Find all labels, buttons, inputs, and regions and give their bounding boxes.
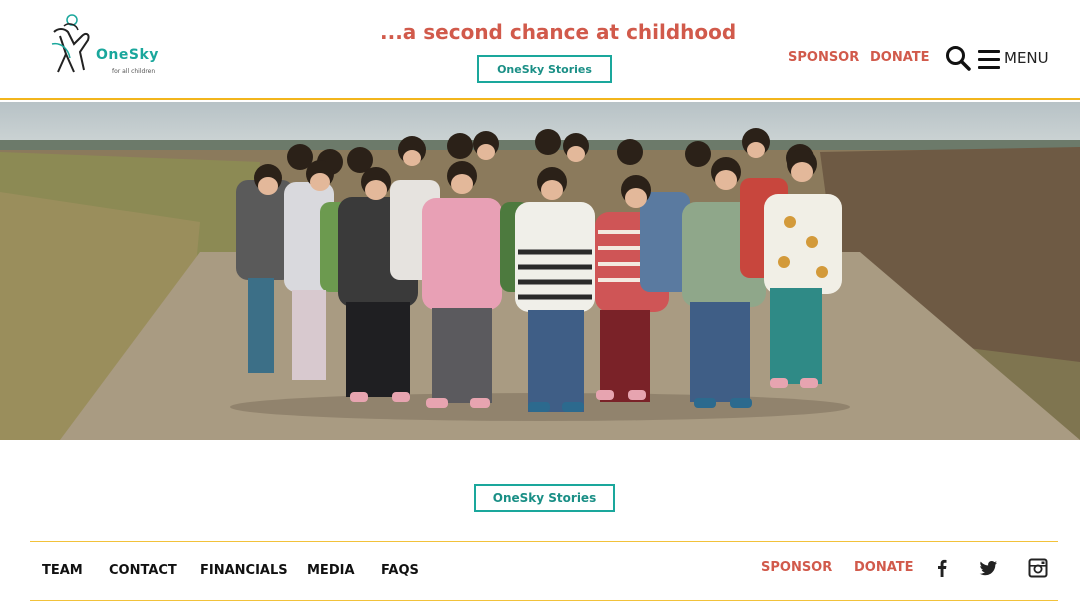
menu-label[interactable]: MENU xyxy=(1004,49,1049,67)
hero-photo-children xyxy=(0,102,1080,440)
footer-link-faqs[interactable]: FAQS xyxy=(381,563,419,578)
search-icon[interactable] xyxy=(945,45,971,71)
footer-top-divider xyxy=(30,541,1058,542)
twitter-icon[interactable] xyxy=(978,558,998,578)
logo-wordmark: OneSky xyxy=(96,47,159,63)
footer-link-media[interactable]: MEDIA xyxy=(307,563,355,578)
site-header: OneSky for all children ...a second chan… xyxy=(0,0,1080,100)
onesky-stories-button-header[interactable]: OneSky Stories xyxy=(477,55,612,83)
hamburger-icon[interactable] xyxy=(978,48,1000,70)
footer-link-contact[interactable]: CONTACT xyxy=(109,563,177,578)
donate-link[interactable]: DONATE xyxy=(870,50,930,65)
footer-sponsor-link[interactable]: SPONSOR xyxy=(761,560,832,575)
onesky-logo[interactable]: OneSky for all children xyxy=(48,14,168,78)
sponsor-link[interactable]: SPONSOR xyxy=(788,50,859,65)
footer-donate-link[interactable]: DONATE xyxy=(854,560,914,575)
footer-link-financials[interactable]: FINANCIALS xyxy=(200,563,288,578)
footer-link-team[interactable]: TEAM xyxy=(42,563,83,578)
hero-image xyxy=(0,102,1080,440)
footer-bottom-divider xyxy=(30,600,1058,601)
instagram-icon[interactable] xyxy=(1028,558,1048,578)
logo-figure-icon xyxy=(51,14,90,73)
facebook-icon[interactable] xyxy=(932,558,952,578)
logo-subtitle: for all children xyxy=(112,68,156,75)
tagline: ...a second chance at childhood xyxy=(380,20,737,44)
onesky-stories-button[interactable]: OneSky Stories xyxy=(474,484,615,512)
